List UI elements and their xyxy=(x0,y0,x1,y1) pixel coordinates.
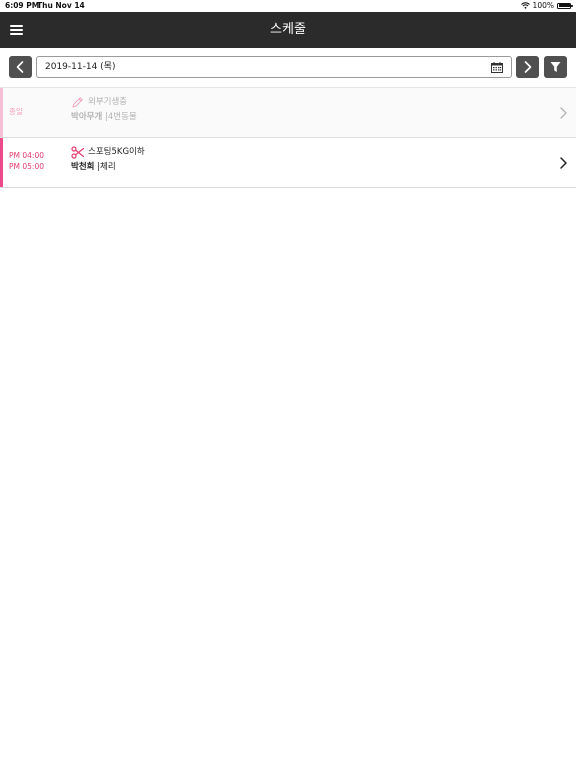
item-time: 종일 xyxy=(9,106,23,117)
item-start-time: PM 04:00 xyxy=(9,151,44,160)
item-pet: 체리 xyxy=(100,162,116,172)
date-text: 2019-11-14 (목) xyxy=(45,62,116,72)
next-date-button[interactable] xyxy=(516,56,539,78)
item-title: 외부기생충 xyxy=(88,97,128,107)
filter-icon xyxy=(550,62,561,72)
date-navigator: 2019-11-14 (목) xyxy=(0,48,576,88)
chevron-right-icon xyxy=(560,107,567,119)
wifi-icon xyxy=(520,2,530,9)
schedule-list: 종일 외부기생충 박아무개 |4번동물 PM 04:00 PM 05:00 스포… xyxy=(0,88,576,188)
item-title: 스포팅5KG이하 xyxy=(88,147,145,157)
chevron-left-icon xyxy=(16,61,24,73)
item-owner: 박천희 xyxy=(71,162,95,172)
date-field[interactable]: 2019-11-14 (목) xyxy=(36,56,512,78)
item-indicator xyxy=(0,138,3,187)
item-time-label: 종일 xyxy=(9,107,23,116)
status-bar: 6:09 PM Thu Nov 14 100% xyxy=(0,0,576,12)
scissors-icon xyxy=(71,146,85,159)
schedule-item-allday[interactable]: 종일 외부기생충 박아무개 |4번동물 xyxy=(0,88,576,138)
item-subtitle: 박천희 |체리 xyxy=(71,162,116,173)
chevron-right-icon xyxy=(560,157,567,169)
calendar-icon[interactable] xyxy=(491,62,503,73)
battery-icon xyxy=(557,2,573,9)
item-indicator xyxy=(0,88,3,137)
status-right: 100% xyxy=(520,1,573,10)
page-title: 스케줄 xyxy=(270,22,306,37)
battery-percent: 100% xyxy=(532,1,554,10)
filter-button[interactable] xyxy=(544,56,567,78)
chevron-right-icon xyxy=(524,61,532,73)
nav-bar: 스케줄 xyxy=(0,12,576,48)
item-subtitle: 박아무개 |4번동물 xyxy=(71,112,137,123)
item-time: PM 04:00 PM 05:00 xyxy=(9,150,44,172)
pencil-icon xyxy=(72,97,83,108)
item-owner: 박아무개 xyxy=(71,112,103,122)
item-pet: 4번동물 xyxy=(107,112,137,122)
status-time: 6:09 PM xyxy=(5,1,40,10)
schedule-item-timed[interactable]: PM 04:00 PM 05:00 스포팅5KG이하 박천희 |체리 xyxy=(0,138,576,188)
prev-date-button[interactable] xyxy=(9,56,32,78)
item-end-time: PM 05:00 xyxy=(9,162,44,171)
status-date: Thu Nov 14 xyxy=(37,1,85,10)
